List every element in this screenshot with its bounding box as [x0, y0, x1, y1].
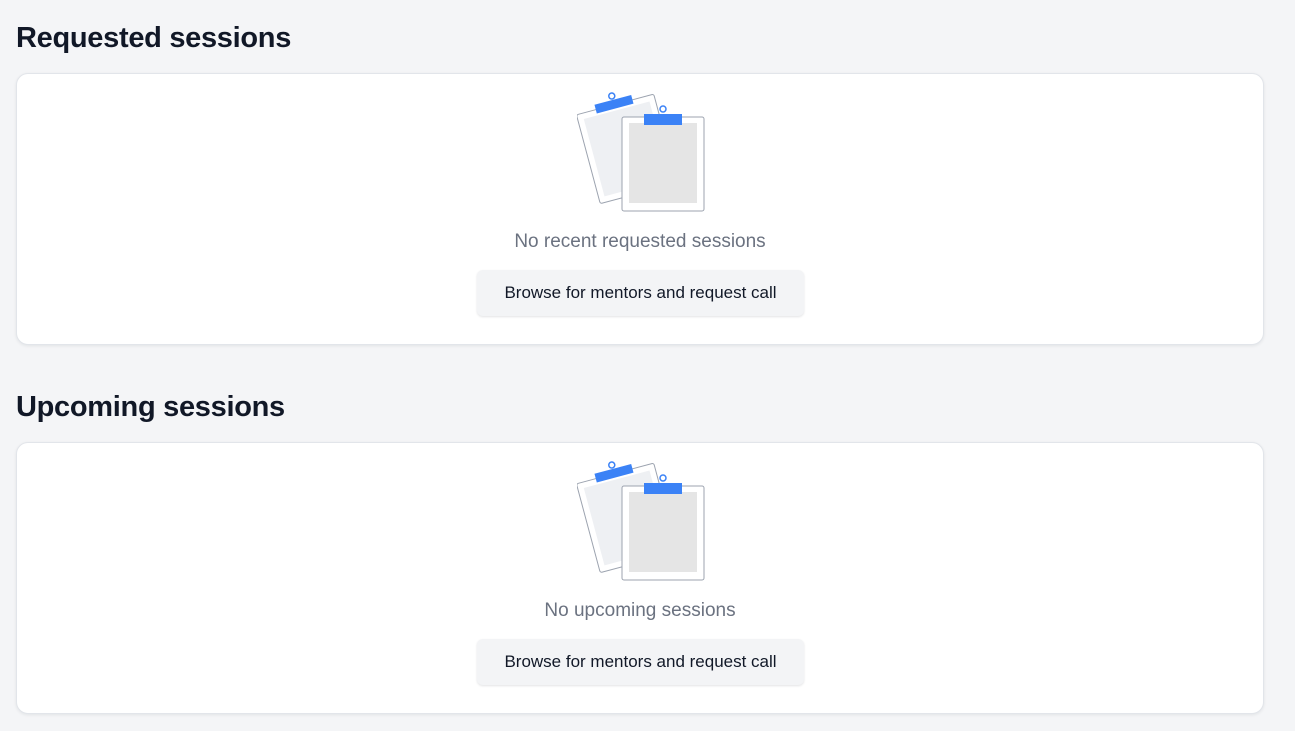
requested-sessions-title: Requested sessions: [16, 22, 292, 54]
browse-mentors-button[interactable]: Browse for mentors and request call: [477, 270, 804, 316]
clipboards-icon: [577, 461, 705, 581]
requested-sessions-card: No recent requested sessions Browse for …: [16, 73, 1264, 345]
empty-state-message: No upcoming sessions: [544, 600, 736, 621]
upcoming-sessions-title: Upcoming sessions: [16, 391, 285, 423]
browse-mentors-button[interactable]: Browse for mentors and request call: [477, 639, 804, 685]
upcoming-sessions-card: No upcoming sessions Browse for mentors …: [16, 442, 1264, 714]
clipboards-icon: [577, 92, 705, 212]
empty-state-message: No recent requested sessions: [514, 231, 766, 252]
